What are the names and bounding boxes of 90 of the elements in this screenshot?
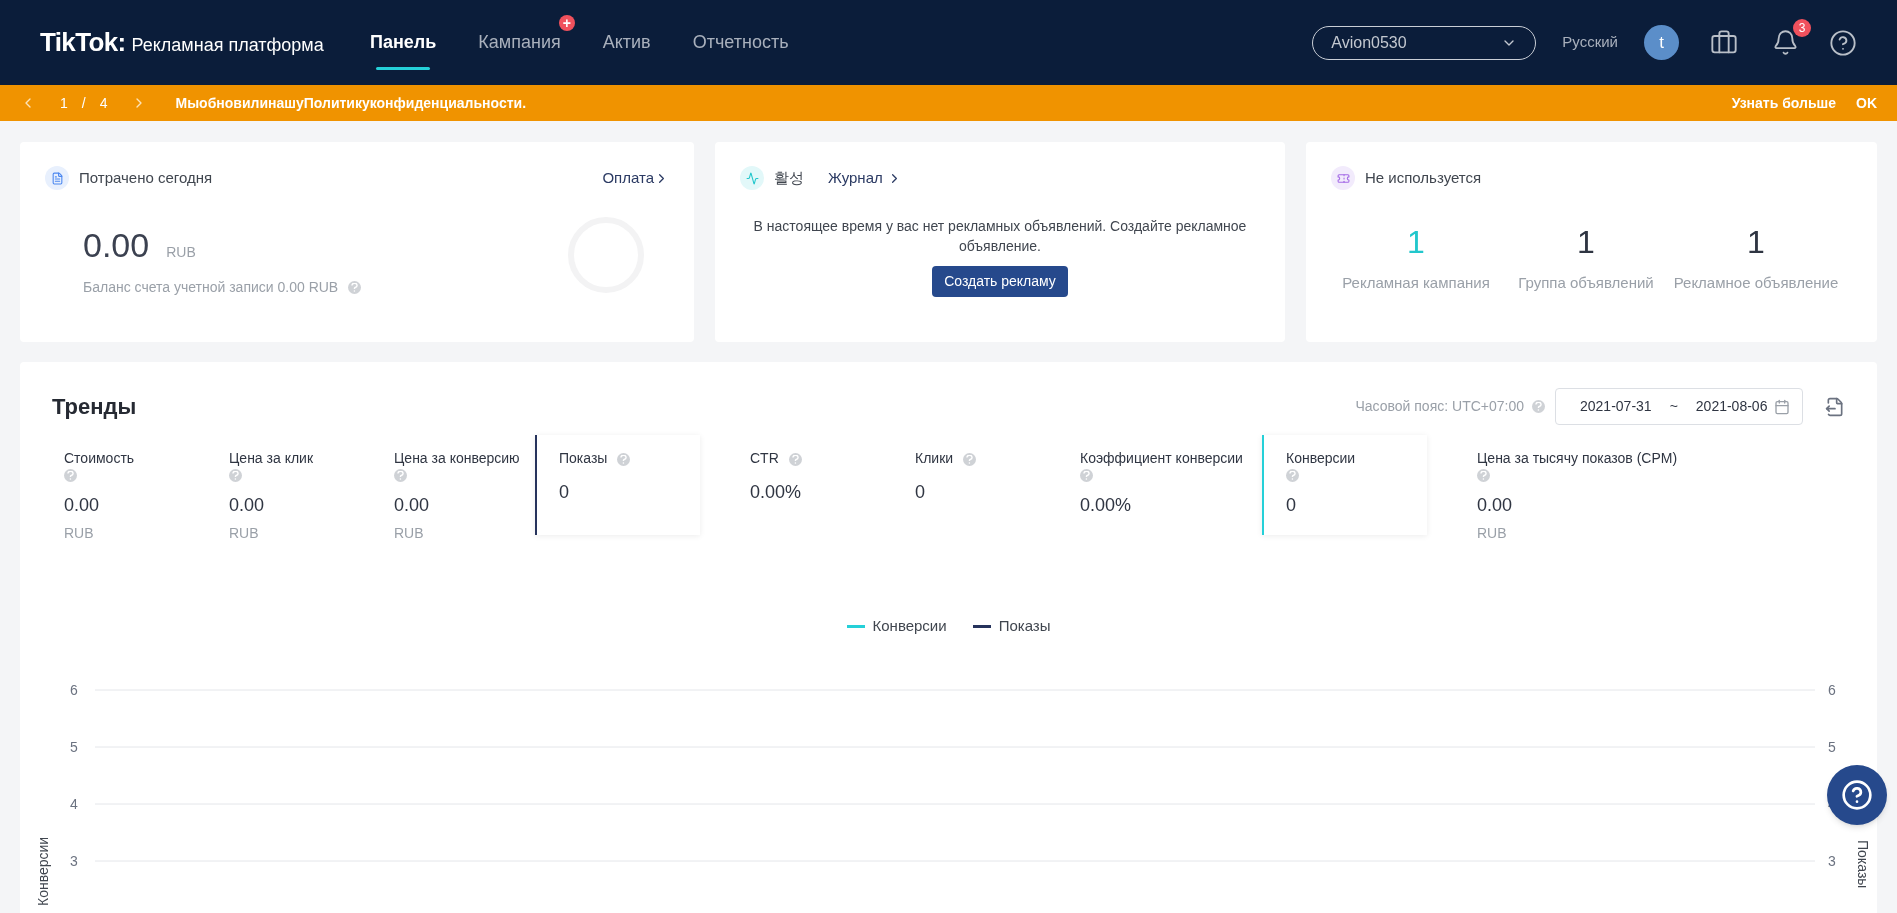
metric-value: 0: [915, 481, 926, 504]
help-icon: [1532, 400, 1545, 413]
logo-product: Рекламная платформа: [131, 34, 324, 57]
page-total: 4: [99, 93, 108, 113]
nav-tab[interactable]: Панель: [370, 21, 437, 64]
create-ad-button[interactable]: Создать рекламу: [932, 266, 1068, 297]
y-tick-label: 3: [70, 852, 78, 869]
metric-label: Коэффициент конверсии: [1080, 450, 1243, 466]
language-link[interactable]: Русский: [1562, 31, 1618, 54]
metric-value: 0.00: [1477, 494, 1514, 517]
card-title: Потрачено сегодня: [79, 167, 213, 188]
y-tick-label: 4: [70, 795, 78, 812]
card-title: Не используется: [1365, 167, 1482, 188]
y-tick-label: 3: [1828, 852, 1836, 869]
ticket-icon: [1331, 166, 1355, 190]
y-tick-label: 5: [70, 738, 78, 755]
document-icon: [45, 166, 69, 190]
metric-value: 0.00%: [1080, 494, 1133, 517]
notification-count: 3: [1793, 19, 1811, 37]
metric-label: Показы: [559, 450, 608, 466]
metric-value: 0.00: [64, 494, 101, 517]
help-icon: [348, 281, 362, 294]
metric-tile[interactable]: CTR 0.00%: [726, 435, 891, 535]
metric-value: 0.00%: [750, 481, 803, 504]
help-icon: [394, 469, 407, 482]
metric-label: CTR: [750, 450, 779, 466]
timezone-label: Часовой пояс: UTC+07:00: [1355, 397, 1524, 416]
stat-count: 1: [1577, 223, 1595, 262]
plus-badge: +: [558, 15, 575, 31]
metric-label: Цена за клик: [229, 450, 314, 466]
help-icon: [1080, 469, 1093, 482]
activity-icon: [740, 166, 764, 190]
metric-unit: RUB: [1477, 524, 1508, 543]
section-title: Тренды: [52, 393, 137, 421]
stat-label: Группа объявлений: [1518, 273, 1654, 293]
export-icon[interactable]: [1825, 396, 1845, 417]
status-label: 활성: [774, 167, 804, 189]
metric-tile[interactable]: Конверсии 0: [1262, 435, 1427, 535]
help-icon: [1477, 469, 1490, 482]
y-tick-label: 6: [70, 681, 78, 698]
help-icon: [229, 469, 242, 482]
no-ads-message: В настоящее время у вас нет рекламных объявлений. Создайте рекламное объявление.: [752, 217, 1248, 256]
legend-label[interactable]: Показы: [998, 615, 1051, 638]
nav-tab[interactable]: Актив: [602, 21, 651, 64]
metric-tile[interactable]: Коэффициент конверсии 0.00%: [1056, 435, 1262, 535]
help-icon: [64, 469, 77, 482]
spent-amount: 0.00: [83, 225, 150, 266]
payment-link[interactable]: Оплата: [602, 166, 654, 190]
logo-brand: TikTok:: [40, 26, 126, 59]
nav-tab[interactable]: Кампания: [478, 21, 561, 64]
end-date: 2021-08-06: [1695, 397, 1768, 416]
currency-label: RUB: [166, 243, 196, 262]
metric-value: 0: [1286, 494, 1297, 517]
metric-unit: RUB: [394, 524, 425, 543]
date-separator: ~: [1669, 397, 1678, 416]
start-date: 2021-07-31: [1580, 397, 1652, 416]
metric-label: Конверсии: [1286, 450, 1356, 466]
y-tick-label: 6: [1828, 681, 1836, 698]
metric-value: 0.00: [229, 494, 266, 517]
metric-unit: RUB: [229, 524, 260, 543]
y-tick-label: 5: [1828, 738, 1836, 755]
balance-text: Баланс счета учетной записи 0.00 RUB: [83, 278, 339, 297]
help-icon[interactable]: [1829, 28, 1857, 57]
banner-message: МыобновилинашуПолитикуконфиденциальности.: [175, 93, 527, 113]
stat-label: Рекламная кампания: [1342, 273, 1490, 293]
y-axis-title: Показы: [1855, 839, 1871, 888]
metric-label: Цена за конверсию: [394, 450, 520, 466]
question-icon: [1841, 779, 1873, 811]
stat-count: 1: [1407, 223, 1425, 262]
calendar-icon: [1774, 398, 1790, 415]
bell-icon[interactable]: [1772, 29, 1799, 56]
metric-value: 0.00: [394, 494, 431, 517]
active-underline: [376, 67, 431, 70]
stat-count: 1: [1747, 223, 1765, 262]
metric-label: Клики: [915, 450, 954, 466]
log-link[interactable]: Журнал: [828, 166, 883, 190]
metric-value: 0: [559, 481, 570, 504]
nav-tab[interactable]: Отчетность: [692, 21, 789, 64]
page-number: 1: [60, 93, 68, 113]
metric-label: Стоимость: [64, 450, 135, 466]
help-icon: [1286, 469, 1299, 482]
legend-label[interactable]: Конверсии: [872, 615, 947, 638]
metric-tile[interactable]: Клики 0: [891, 435, 1056, 535]
y-axis-title: Конверсии: [35, 836, 51, 906]
date-range-picker[interactable]: 2021-07-31 ~ 2021-08-06: [1555, 388, 1803, 425]
metric-tile[interactable]: Показы 0: [535, 435, 700, 535]
metric-label: Цена за тысячу показов (CPM): [1477, 450, 1678, 466]
metric-unit: RUB: [64, 524, 95, 543]
page-separator: /: [81, 93, 86, 113]
stat-label: Рекламное объявление: [1673, 273, 1839, 293]
